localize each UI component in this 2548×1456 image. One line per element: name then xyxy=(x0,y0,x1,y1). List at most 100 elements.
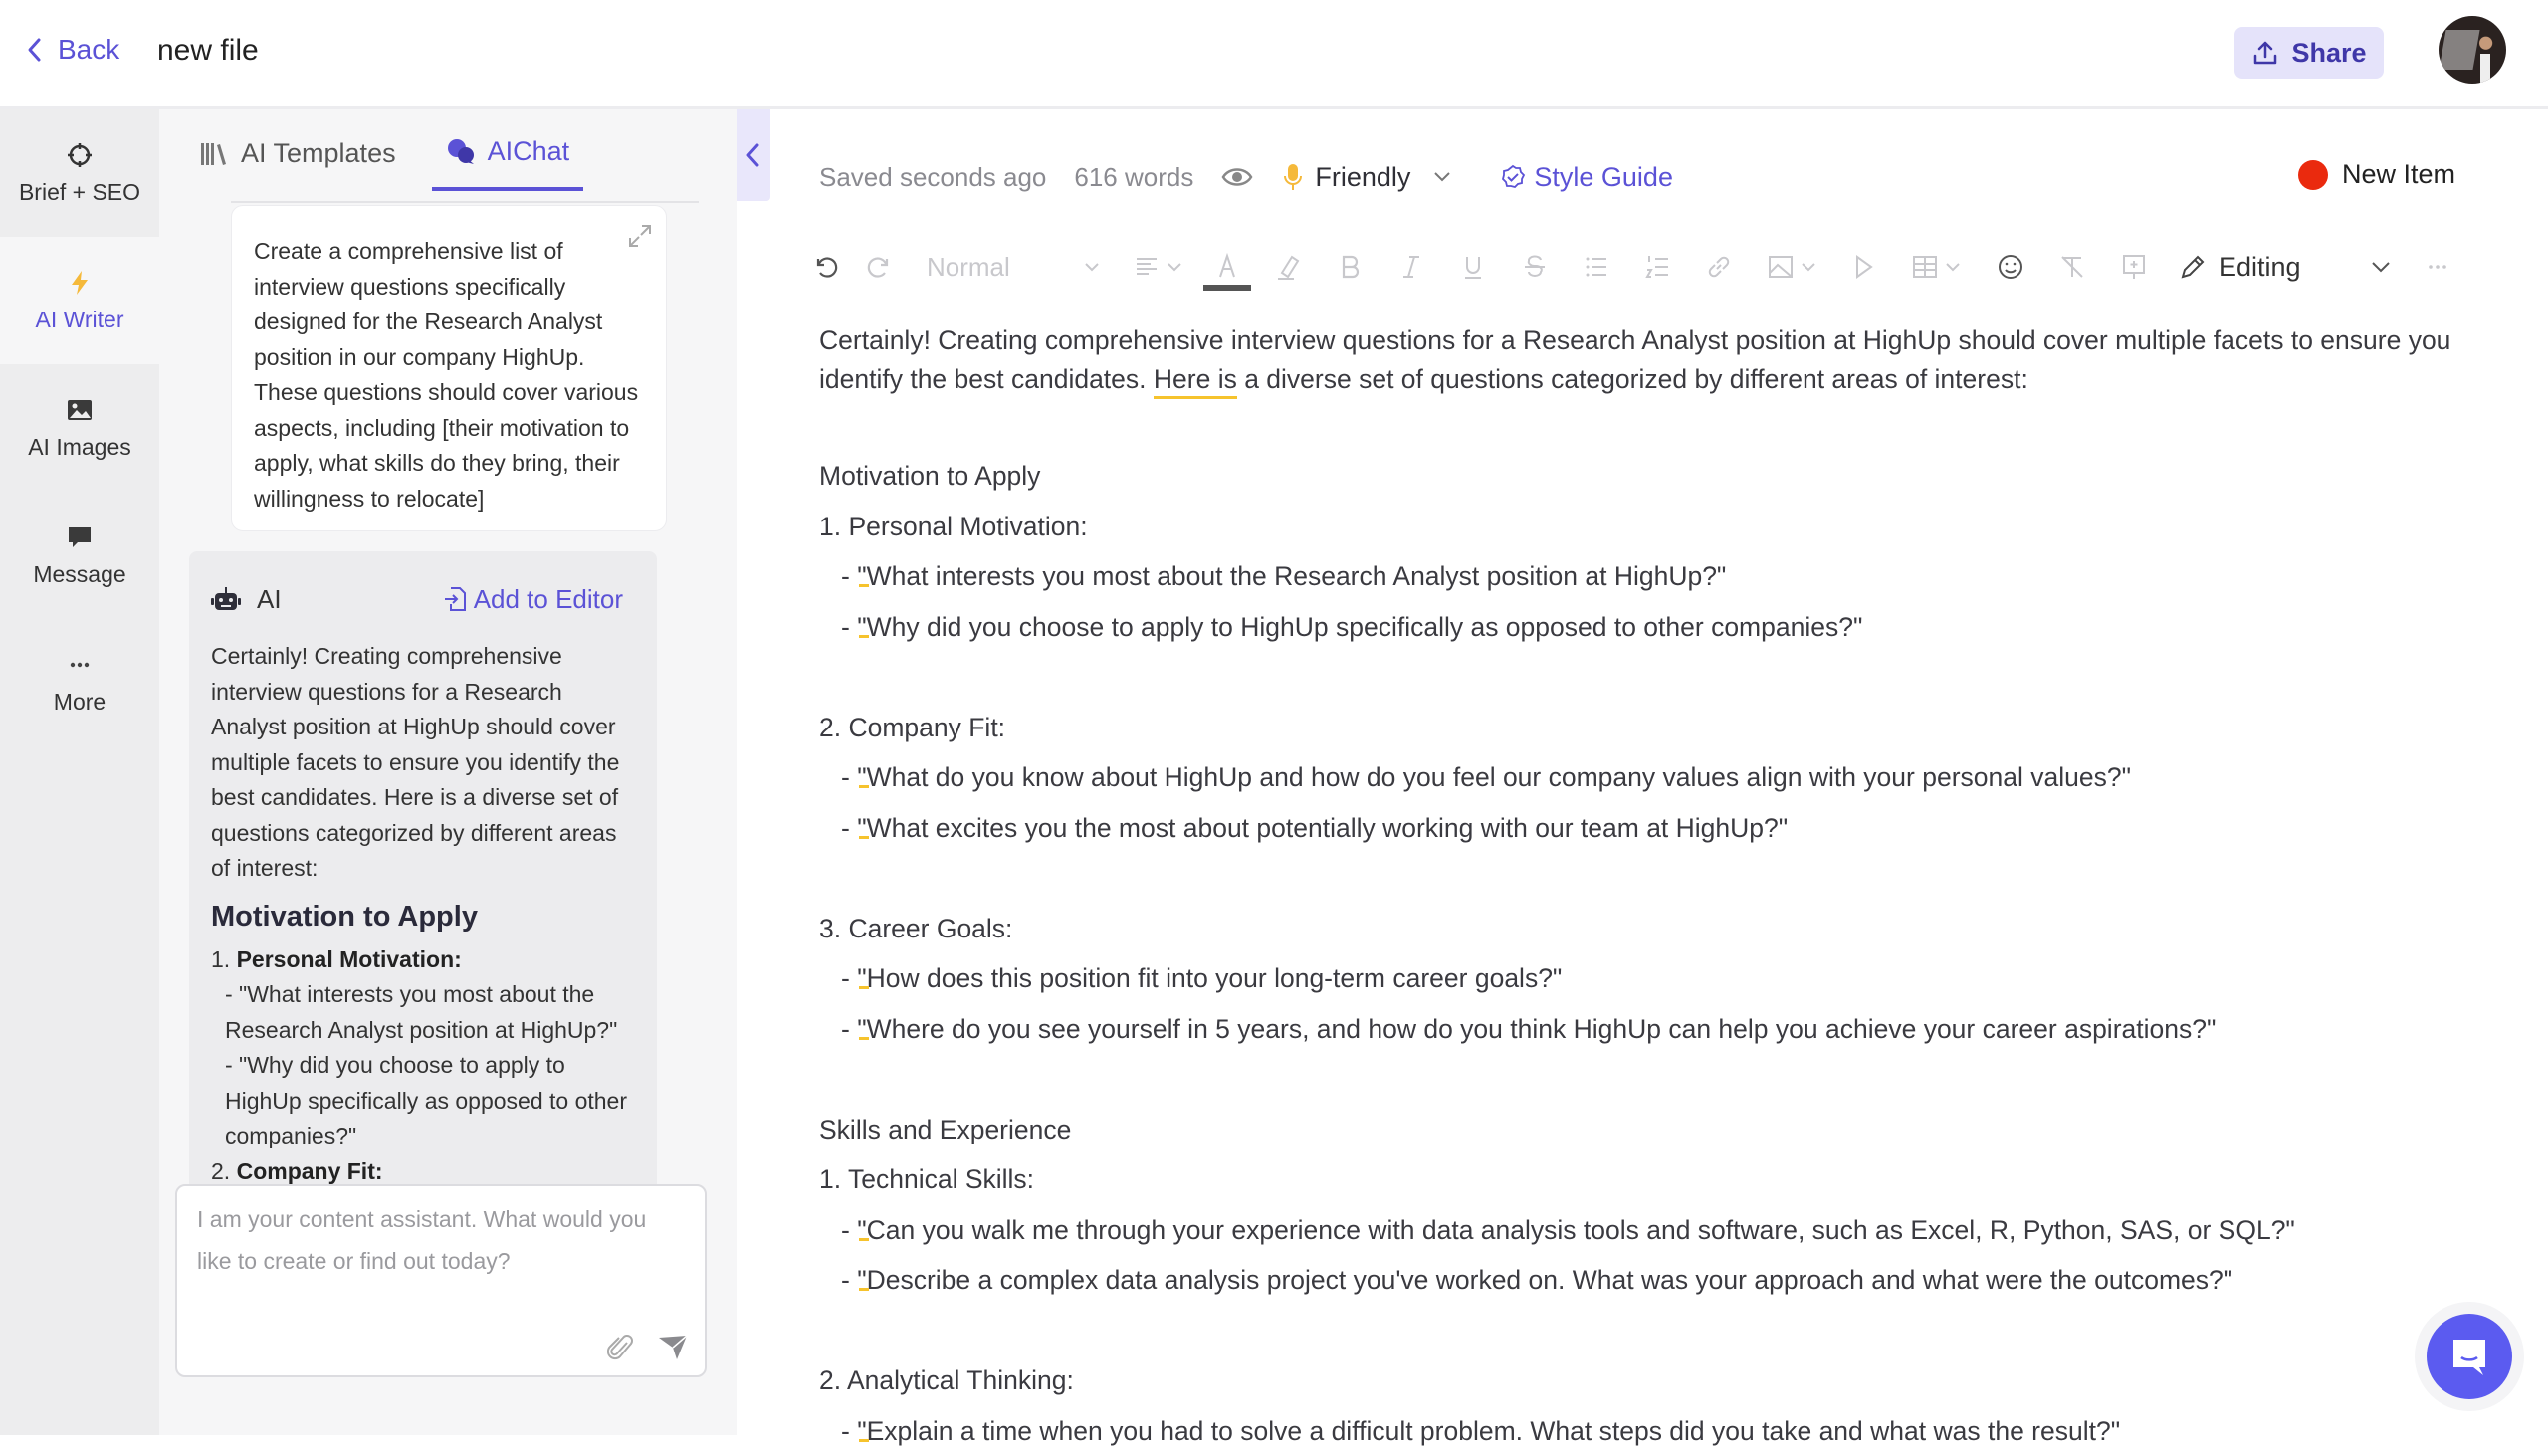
italic-button[interactable] xyxy=(1380,245,1442,289)
style-guide-button[interactable]: Style Guide xyxy=(1500,162,1673,193)
tone-selector[interactable]: Friendly xyxy=(1283,162,1452,193)
doc-section-title: Motivation to Apply xyxy=(819,451,2471,502)
numbered-list-button[interactable] xyxy=(1627,245,1689,289)
chevron-left-icon xyxy=(744,141,762,169)
align-button[interactable] xyxy=(1118,245,1197,289)
image-icon xyxy=(1767,253,1795,281)
clear-format-icon xyxy=(2058,253,2086,281)
editor-area: Saved seconds ago 616 words Friendly Sty… xyxy=(770,109,2548,1435)
expand-icon[interactable] xyxy=(626,222,654,250)
bold-icon xyxy=(1336,253,1364,281)
nav-item-ai-images[interactable]: AI Images xyxy=(0,364,159,492)
doc-intro: Certainly! Creating comprehensive interv… xyxy=(819,321,2471,399)
table-icon xyxy=(1911,253,1939,281)
more-dots-icon xyxy=(66,651,94,679)
strikethrough-button[interactable] xyxy=(1504,245,1566,289)
doc-question: - "What do you know about HighUp and how… xyxy=(819,752,2471,803)
comment-button[interactable] xyxy=(2103,245,2165,289)
badge-check-icon xyxy=(1500,164,1526,190)
comment-add-icon xyxy=(2120,253,2148,281)
robot-icon xyxy=(211,586,241,612)
chat-input[interactable]: I am your content assistant. What would … xyxy=(175,1184,707,1377)
link-button[interactable] xyxy=(1689,245,1749,289)
doc-question: - "Why did you choose to apply to HighUp… xyxy=(819,602,2471,653)
highlight-button[interactable] xyxy=(1257,245,1319,289)
send-icon[interactable] xyxy=(657,1334,689,1361)
tab-label: AIChat xyxy=(488,136,570,167)
add-to-editor-button[interactable]: Add to Editor xyxy=(444,584,623,615)
user-prompt-text: Create a comprehensive list of interview… xyxy=(254,234,644,517)
insert-video-button[interactable] xyxy=(1834,245,1892,289)
bullet-list-button[interactable] xyxy=(1566,245,1627,289)
status-dot xyxy=(2298,160,2328,190)
crosshair-icon xyxy=(66,141,94,169)
doc-list-item: 1. Personal Motivation: xyxy=(819,502,2471,552)
back-label: Back xyxy=(58,34,119,66)
ai-heading: Motivation to Apply xyxy=(211,897,635,936)
chevron-down-icon xyxy=(1801,262,1816,272)
nav-item-message[interactable]: Message xyxy=(0,492,159,619)
chevron-down-icon xyxy=(1084,262,1100,272)
text-color-button[interactable] xyxy=(1197,245,1257,289)
insert-image-button[interactable] xyxy=(1749,245,1834,289)
nav-item-brief-seo[interactable]: Brief + SEO xyxy=(0,109,159,237)
grammar-suggestion[interactable]: Here is xyxy=(1154,364,1237,399)
numbered-list-icon xyxy=(1644,253,1672,281)
editing-mode-select[interactable]: Editing xyxy=(2179,252,2301,283)
support-chat-button[interactable] xyxy=(2427,1314,2512,1399)
tab-ai-templates[interactable]: AI Templates xyxy=(199,133,396,191)
left-nav: Brief + SEO AI Writer AI Images Message … xyxy=(0,109,159,1435)
redo-button[interactable] xyxy=(849,245,909,289)
link-icon xyxy=(1705,253,1733,281)
chevron-down-icon xyxy=(1945,262,1961,272)
undo-button[interactable] xyxy=(803,245,849,289)
save-status: Saved seconds ago xyxy=(819,162,1046,193)
editing-mode-label: Editing xyxy=(2219,252,2301,283)
tabs-divider xyxy=(231,201,699,203)
align-left-icon xyxy=(1133,253,1161,281)
ai-intro: Certainly! Creating comprehensive interv… xyxy=(211,639,635,887)
doc-question: - "What interests you most about the Res… xyxy=(819,551,2471,602)
nav-item-more[interactable]: More xyxy=(0,619,159,746)
editing-mode-dropdown[interactable] xyxy=(2361,245,2401,289)
emoji-button[interactable] xyxy=(1980,245,2041,289)
underline-button[interactable] xyxy=(1442,245,1504,289)
file-title[interactable]: new file xyxy=(157,34,259,68)
nav-label: Message xyxy=(33,561,125,588)
tone-label: Friendly xyxy=(1315,162,1410,193)
chat-input-placeholder: I am your content assistant. What would … xyxy=(197,1198,685,1282)
back-button[interactable]: Back xyxy=(24,34,119,66)
ai-response-body: Certainly! Creating comprehensive interv… xyxy=(211,639,635,1189)
nav-label: Brief + SEO xyxy=(19,179,140,206)
tab-aichat[interactable]: AIChat xyxy=(432,133,584,191)
more-options-button[interactable] xyxy=(2413,245,2462,289)
collapse-panel-button[interactable] xyxy=(737,109,770,201)
user-prompt-card: Create a comprehensive list of interview… xyxy=(231,205,667,531)
nav-label: AI Writer xyxy=(35,307,123,333)
doc-list-item: 3. Career Goals: xyxy=(819,904,2471,954)
panel-tabs: AI Templates AIChat xyxy=(199,133,583,191)
share-button[interactable]: Share xyxy=(2234,27,2384,79)
strikethrough-icon xyxy=(1521,253,1549,281)
bullet-list-icon xyxy=(1583,253,1610,281)
insert-table-button[interactable] xyxy=(1892,245,1980,289)
clear-format-button[interactable] xyxy=(2041,245,2103,289)
chevron-down-icon xyxy=(2367,253,2395,281)
new-item-button[interactable]: New Item xyxy=(2298,159,2455,190)
paragraph-style-select[interactable]: Normal xyxy=(927,245,1106,289)
user-avatar[interactable] xyxy=(2439,16,2506,84)
chevron-down-icon xyxy=(1167,262,1182,272)
bold-button[interactable] xyxy=(1319,245,1380,289)
italic-icon xyxy=(1397,253,1425,281)
pencil-icon xyxy=(2179,253,2207,281)
ai-list-item: 1. Personal Motivation: xyxy=(211,942,635,978)
file-import-icon xyxy=(444,586,468,612)
doc-list-item: 1. Technical Skills: xyxy=(819,1154,2471,1205)
doc-question: - "Where do you see yourself in 5 years,… xyxy=(819,1004,2471,1055)
ai-chat-panel: AI Templates AIChat Create a comprehensi… xyxy=(159,109,737,1435)
nav-item-ai-writer[interactable]: AI Writer xyxy=(0,237,159,364)
document-body[interactable]: Certainly! Creating comprehensive interv… xyxy=(819,321,2471,1456)
paperclip-icon[interactable] xyxy=(607,1334,635,1363)
eye-icon[interactable] xyxy=(1221,162,1253,192)
share-label: Share xyxy=(2291,38,2366,69)
